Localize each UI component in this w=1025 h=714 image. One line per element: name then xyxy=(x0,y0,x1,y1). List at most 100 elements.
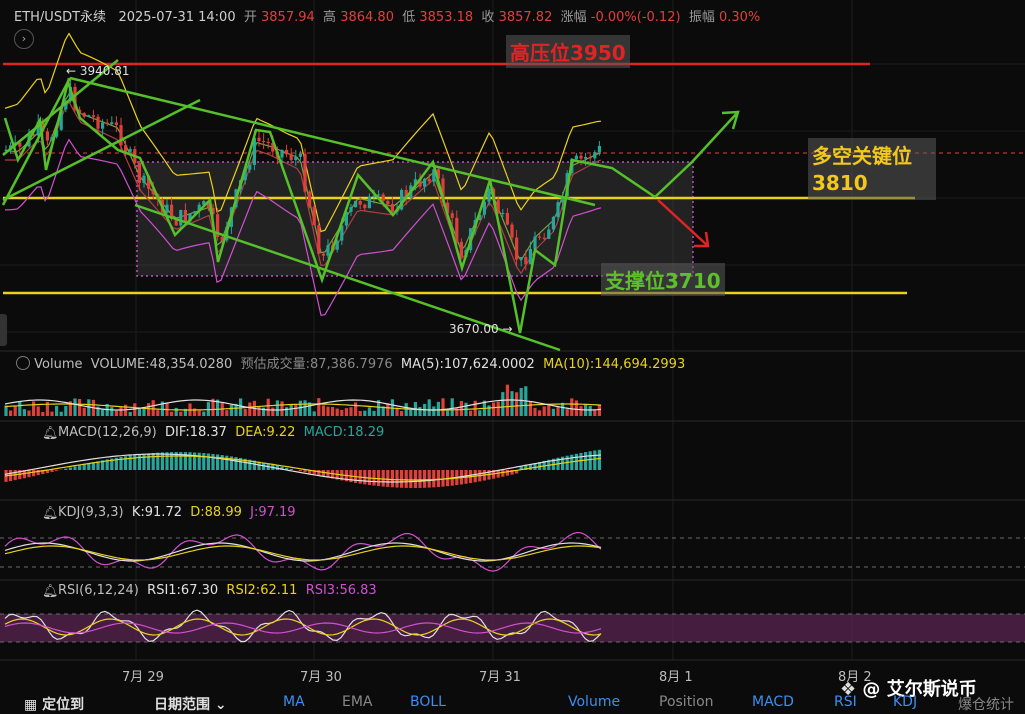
volume-bar xyxy=(515,392,518,416)
candle-body xyxy=(354,201,357,207)
kdj-header: 🔔︎ KDJ(9,3,3) K:91.72 D:88.99 J:97.19 xyxy=(44,505,296,520)
bell-icon[interactable]: 🔔︎ xyxy=(42,506,59,521)
macd-bar xyxy=(405,470,408,488)
candle-body xyxy=(386,201,389,204)
volume-bar xyxy=(326,407,329,416)
bell-icon[interactable]: 🔔︎ xyxy=(42,426,59,441)
tab-position[interactable]: Position xyxy=(659,694,714,710)
macd-bar xyxy=(506,470,509,476)
volume-bar xyxy=(101,410,104,416)
high-price-marker: ← 3940.81 xyxy=(66,64,130,78)
volume-bar xyxy=(175,408,178,416)
volume-bar xyxy=(73,398,76,416)
low-price-marker: 3670.00 → xyxy=(449,322,513,336)
bell-icon[interactable]: 🔔︎ xyxy=(42,584,59,599)
candle-body xyxy=(589,157,592,158)
macd-bar xyxy=(395,470,398,488)
macd-bar xyxy=(211,454,214,470)
volume-bar xyxy=(441,398,444,416)
macd-bar xyxy=(156,453,159,470)
volume-bar xyxy=(322,405,325,416)
macd-bar xyxy=(55,470,58,471)
candle-body xyxy=(280,150,283,158)
macd-bar xyxy=(428,470,431,488)
macd-bar xyxy=(593,451,596,470)
volume-bar xyxy=(313,411,316,416)
bottom-toolbar: ▦ 定位到 日期范围 ⌄ MA EMA BOLL Volume Position… xyxy=(0,694,1025,713)
volume-bar xyxy=(27,411,30,416)
calendar-icon: ▦ xyxy=(24,697,37,713)
candle-body xyxy=(248,165,251,170)
volume-header: Volume VOLUME:48,354.0280 预估成交量:87,386.7… xyxy=(16,353,685,372)
tab-boll[interactable]: BOLL xyxy=(410,694,446,710)
x-tick-jul31: 7月 31 xyxy=(479,666,521,685)
volume-bar xyxy=(543,406,546,416)
volume-bar xyxy=(340,410,343,416)
tab-kdj[interactable]: KDJ xyxy=(893,694,917,710)
macd-bar xyxy=(50,470,53,472)
candle-body xyxy=(110,122,113,124)
x-tick-jul29: 7月 29 xyxy=(122,666,164,685)
side-scroll-handle[interactable] xyxy=(0,314,7,346)
volume-bar xyxy=(354,402,357,416)
candle-body xyxy=(552,217,555,229)
kdj-title: KDJ(9,3,3) xyxy=(58,505,124,520)
volume-bar xyxy=(400,411,403,416)
candle-body xyxy=(455,218,458,242)
tab-liquidation-stats[interactable]: 爆仓统计 xyxy=(958,694,1014,714)
volume-bar xyxy=(570,398,573,416)
volume-bar xyxy=(529,401,532,416)
candle-body xyxy=(598,146,601,152)
volume-bar xyxy=(55,406,58,416)
volume-bar xyxy=(285,407,288,416)
candle-body xyxy=(428,179,431,182)
tab-volume[interactable]: Volume xyxy=(568,694,620,710)
volume-bar xyxy=(244,409,247,416)
tab-ema[interactable]: EMA xyxy=(342,694,373,710)
volume-bar xyxy=(179,412,182,416)
kdj-d: D:88.99 xyxy=(190,505,242,520)
volume-bar xyxy=(32,401,35,416)
candle-body xyxy=(510,225,513,238)
volume-bar xyxy=(368,407,371,416)
close-label: 收 xyxy=(481,10,494,25)
volume-bar xyxy=(147,403,150,416)
tab-rsi[interactable]: RSI xyxy=(834,694,857,710)
high-value: 3864.80 xyxy=(340,10,394,25)
volume-bar xyxy=(280,401,283,416)
volume-bar xyxy=(257,407,260,416)
macd-bar xyxy=(386,470,389,487)
volume-bar xyxy=(432,406,435,416)
candle-body xyxy=(524,257,527,264)
rsi-title: RSI(6,12,24) xyxy=(58,583,139,598)
macd-bar xyxy=(400,470,403,488)
collapse-chevron-icon[interactable]: › xyxy=(14,29,34,49)
date-range-dropdown[interactable]: 日期范围 ⌄ xyxy=(154,694,227,714)
candle-body xyxy=(299,154,302,157)
ohlc-header: ETH/USDT永续 2025-07-31 14:00 开 3857.94 高 … xyxy=(14,6,760,25)
macd-value: MACD:18.29 xyxy=(304,425,385,440)
macd-bar xyxy=(584,452,587,470)
volume-ma10: MA(10):144,694.2993 xyxy=(543,357,685,372)
volume-bar xyxy=(363,411,366,416)
macd-bar xyxy=(303,470,306,472)
candle-body xyxy=(267,142,270,143)
macd-bar xyxy=(432,470,435,487)
volume-bar xyxy=(359,411,362,416)
candle-body xyxy=(556,202,559,217)
volume-settings-icon[interactable] xyxy=(16,356,30,370)
candle-body xyxy=(575,156,578,160)
volume-bar xyxy=(248,403,251,416)
tab-macd[interactable]: MACD xyxy=(752,694,794,710)
locate-button[interactable]: ▦ 定位到 xyxy=(24,694,84,714)
volume-bar xyxy=(575,400,578,416)
volume-bar xyxy=(566,409,569,416)
candle-body xyxy=(119,125,122,145)
support-label: 支撑位3710 xyxy=(601,263,725,296)
rsi-band xyxy=(0,614,1025,642)
open-value: 3857.94 xyxy=(261,10,315,25)
rsi-3: RSI3:56.83 xyxy=(306,583,377,598)
candle-body xyxy=(451,213,454,218)
symbol-label[interactable]: ETH/USDT永续 xyxy=(14,10,106,25)
tab-ma[interactable]: MA xyxy=(283,694,305,710)
